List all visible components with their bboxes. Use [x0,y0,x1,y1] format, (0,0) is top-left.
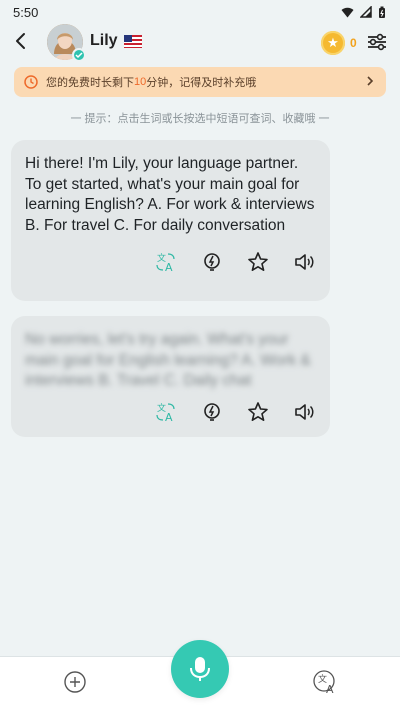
star-icon [248,401,268,421]
lightbulb-icon [204,253,220,271]
status-time: 5:50 [13,4,39,20]
speaker-icon [295,403,314,420]
svg-text:A: A [326,683,334,695]
plus-icon [64,671,86,693]
speaker-icon [295,254,314,270]
status-icons [341,6,386,19]
coin-count: 0 [350,36,357,50]
message-bubble: No worries, let's try again. What's your… [11,316,330,437]
notice-minutes: 10 [134,76,147,88]
microphone-icon [190,657,210,681]
status-bar: 5:50 [0,0,400,24]
cellular-icon [360,6,372,18]
usage-tip: 一 提示：点击生词或长按选中短语可查词、收藏哦 一 [70,113,330,125]
back-button[interactable] [10,30,30,52]
verified-badge-icon [72,48,86,62]
hint-button[interactable] [200,250,224,274]
back-arrow-icon [16,33,25,49]
message-actions: 文 A [25,400,316,424]
chat-header: Lily ★ 0 [0,22,400,62]
favorite-button[interactable] [246,250,270,274]
favorite-button[interactable] [246,400,270,424]
translate-icon: 文 A [156,252,175,273]
notice-text-before: 您的免费时长剩下 [46,77,134,89]
star-icon [248,252,268,271]
translate-button[interactable]: 文 A [154,250,178,274]
translate-icon: 文 A [156,402,175,423]
settings-button[interactable] [366,32,388,52]
clock-icon [24,75,38,89]
message-text[interactable]: Hi there! I'm Lily, your language partne… [25,154,316,236]
coin-icon[interactable]: ★ [321,31,345,55]
free-time-notice[interactable]: 您的免费时长剩下 10 分钟，记得及时补充哦 [14,67,386,97]
chevron-right-icon [367,76,374,86]
message-text-blurred[interactable]: No worries, let's try again. What's your… [25,330,316,392]
avatar[interactable] [47,24,86,62]
translate-button[interactable]: 文 A [154,400,178,424]
partner-name: Lily [90,32,118,49]
translate-icon: 文 A [313,670,335,696]
battery-icon [379,6,385,18]
partner-name-group: Lily [90,32,142,50]
us-flag-icon [123,34,142,48]
translate-toggle-button[interactable]: 文 A [312,669,338,696]
message-bubble: Hi there! I'm Lily, your language partne… [11,140,330,301]
play-audio-button[interactable] [292,250,316,274]
lightbulb-icon [204,402,220,421]
svg-text:A: A [165,261,173,273]
wifi-icon [341,7,354,17]
svg-text:A: A [165,411,173,423]
sliders-icon [368,33,386,51]
play-audio-button[interactable] [292,400,316,424]
message-actions: 文 A [25,250,316,274]
notice-text-after: 分钟，记得及时补充哦 [146,77,257,89]
voice-record-button[interactable] [171,640,229,698]
hint-button[interactable] [200,400,224,424]
add-button[interactable] [63,670,87,694]
